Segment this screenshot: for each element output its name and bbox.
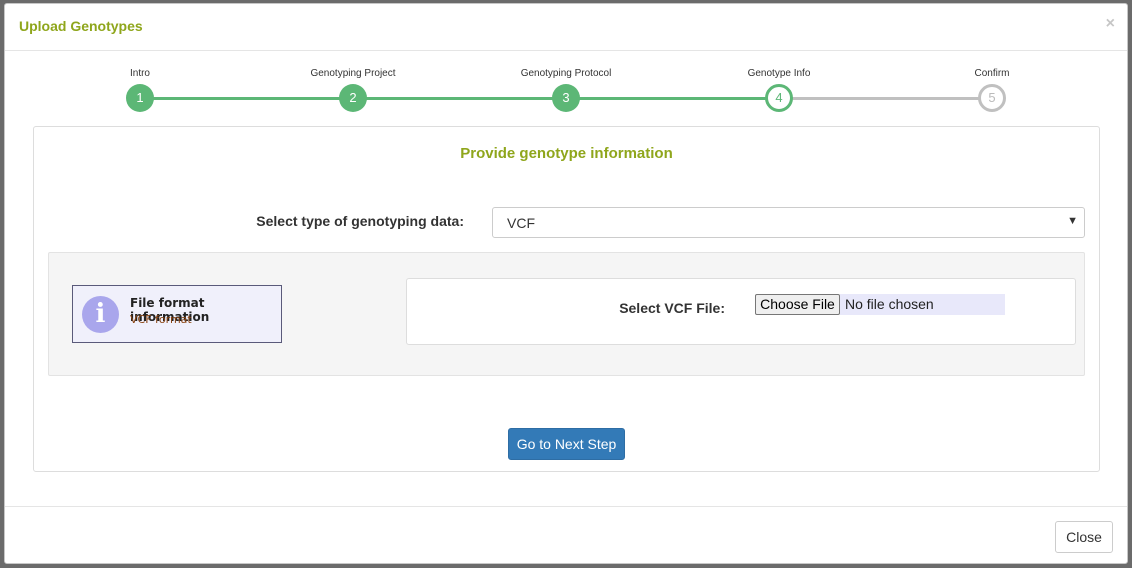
step-label: Genotyping Protocol [520,68,612,79]
file-upload-well: i File format information VCF format Sel… [48,252,1085,376]
choose-file-button[interactable]: Choose File [755,294,840,315]
step-label: Genotype Info [747,68,811,79]
step-genotype-info[interactable]: Genotype Info 4 [709,68,849,112]
vcf-file-label: Select VCF File: [619,300,725,316]
step-genotyping-protocol[interactable]: Genotyping Protocol 3 [496,68,636,112]
selected-value: VCF [507,215,535,231]
genotyping-type-select[interactable]: VCF ▼ [492,207,1085,238]
modal-footer: Close [5,506,1127,564]
step-label: Intro [129,68,150,79]
file-status: No file chosen [840,294,1005,315]
step-genotyping-project[interactable]: Genotyping Project 2 [283,68,423,112]
genotype-info-panel: Provide genotype information Select type… [33,126,1100,472]
step-intro[interactable]: Intro 1 [70,68,210,112]
info-icon: i [82,296,119,333]
step-label: Genotyping Project [310,68,396,79]
step-number: 2 [339,84,367,112]
upload-genotypes-modal: Upload Genotypes × Intro 1 Genotyping Pr… [4,3,1128,564]
file-format-info-box[interactable]: i File format information VCF format [72,285,282,343]
next-step-button[interactable]: Go to Next Step [508,428,625,460]
wizard-stepper: Intro 1 Genotyping Project 2 Genotyping … [5,68,1129,118]
step-number: 3 [552,84,580,112]
step-number: 5 [978,84,1006,112]
step-confirm[interactable]: Confirm 5 [922,68,1062,112]
panel-heading: Provide genotype information [460,145,673,162]
step-label: Confirm [974,68,1010,79]
dropdown-arrow-icon: ▼ [1067,215,1078,227]
step-number: 1 [126,84,154,112]
close-icon[interactable]: × [1106,15,1115,33]
step-number: 4 [765,84,793,112]
modal-header: Upload Genotypes × [5,4,1127,51]
close-button[interactable]: Close [1055,521,1113,553]
info-subtitle: VCF format [130,313,192,326]
genotyping-type-label: Select type of genotyping data: [256,213,464,229]
modal-title: Upload Genotypes [19,18,143,34]
file-input-panel: Select VCF File: Choose File No file cho… [406,278,1076,345]
